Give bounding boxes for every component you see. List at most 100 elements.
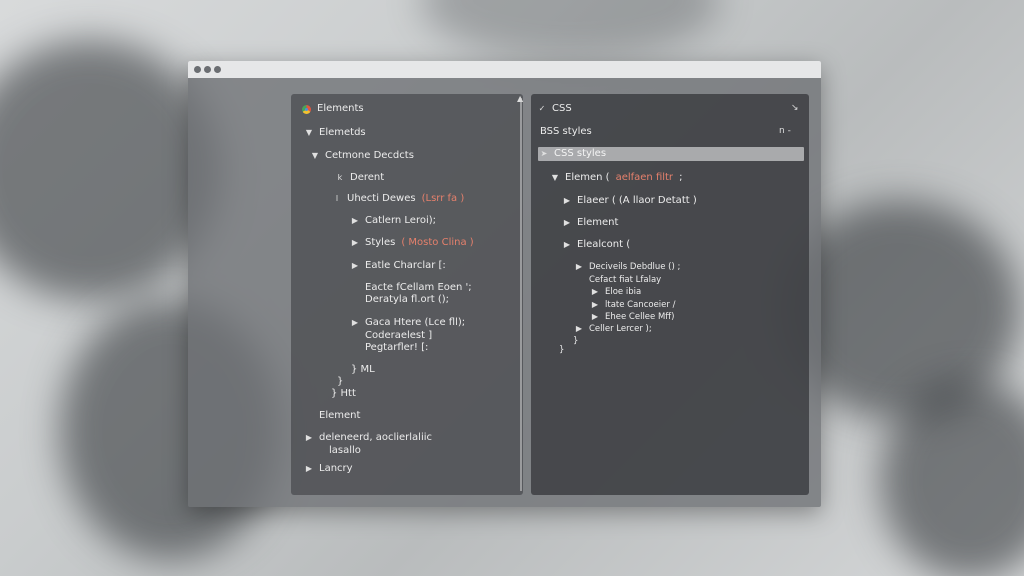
caret-right-icon[interactable]: ▶ [591, 286, 599, 298]
tree-marker-icon[interactable]: l [333, 193, 341, 205]
element-tree-row[interactable]: ▶ Gaca Htere (Lce fll); [351, 317, 465, 329]
css-rule-row-label: Celler Lercer ); [589, 324, 652, 334]
css-rule-row-label: } [559, 345, 565, 355]
css-rule-row[interactable]: ▶ Ehee Cellee Mff) [591, 311, 675, 323]
selected-row[interactable]: ➤ CSS styles [538, 147, 804, 161]
window-dot-icon[interactable] [214, 66, 221, 73]
css-rule-row-label: Ehee Cellee Mff) [605, 312, 675, 322]
caret-right-icon[interactable]: ▶ [305, 463, 313, 475]
panel-options-icon[interactable]: n - [779, 126, 791, 136]
element-tree-row-value: ( Mosto Clina ) [401, 237, 474, 248]
element-tree-row[interactable]: } Htt [331, 388, 356, 400]
background-shadow [420, 0, 720, 60]
css-rule-row[interactable]: ▶ Elealcont ( [563, 239, 630, 251]
element-tree-row[interactable]: l Uhecti Dewes (Lsrr fa ) [333, 193, 464, 205]
element-tree-row[interactable]: ▶ Lancry [305, 463, 353, 475]
css-rule-row[interactable]: ▼ Elemen (aelfaen filtr; [551, 172, 683, 184]
css-rule-row-label: Elealcont ( [577, 239, 631, 250]
css-rule-row-label: } [573, 336, 579, 346]
css-rule-row[interactable]: ▶ Celler Lercer ); [575, 323, 652, 335]
css-rule-row[interactable]: } [559, 344, 564, 356]
caret-right-icon[interactable]: ▶ [305, 432, 313, 444]
css-panel-header[interactable]: ✓ CSS [538, 103, 572, 115]
window-dot-icon[interactable] [194, 66, 201, 73]
caret-right-icon[interactable]: ▶ [575, 323, 583, 335]
css-rule-row[interactable]: ▶ Element [563, 217, 618, 229]
window-dot-icon[interactable] [204, 66, 211, 73]
caret-right-icon[interactable]: ▶ [563, 239, 571, 251]
element-tree-row-label: deleneerd, aoclierlaliic [319, 432, 433, 443]
caret-down-icon[interactable]: ▼ [311, 150, 319, 162]
element-tree-row[interactable]: k Derent [336, 172, 384, 184]
devtools-window: Elements ▼ Elemetds ▼ Cetmone Decdcts k Deren… [188, 61, 821, 507]
element-tree-row-label: Eacte fCellam Eoen '; [365, 282, 472, 293]
element-tree-row[interactable]: Pegtarfler! [: [365, 342, 428, 354]
css-rule-row[interactable]: ▶ ltate Cancoeier / [591, 299, 676, 311]
css-panel-title: CSS [552, 103, 572, 114]
chrome-icon [302, 104, 311, 114]
caret-down-icon[interactable]: ▼ [551, 172, 559, 184]
css-rule-row[interactable]: ▶ Deciveils Debdlue () ; [575, 261, 680, 273]
element-tree-row-label: Lancry [319, 463, 353, 474]
caret-right-icon[interactable]: ▶ [591, 311, 599, 323]
caret-right-icon[interactable]: ▶ [575, 261, 583, 273]
caret-right-icon[interactable]: ▶ [591, 299, 599, 311]
background-shadow [0, 40, 220, 300]
element-tree-row-label: Catlern Leroi); [365, 215, 437, 226]
css-rule-row-label: Elemen ( [565, 172, 610, 183]
css-rule-row-label: Eloe ibia [605, 287, 642, 297]
caret-right-icon[interactable]: ▶ [351, 260, 359, 272]
css-subheader: BSS styles [540, 126, 592, 138]
element-tree-row[interactable]: ▶ Catlern Leroi); [351, 215, 436, 227]
css-rule-row-tail: ; [679, 172, 683, 183]
element-tree-row[interactable]: ▶ Styles ( Mosto Clina ) [351, 237, 474, 249]
scrollbar[interactable] [520, 98, 522, 491]
check-icon: ✓ [538, 104, 546, 113]
window-titlebar [188, 61, 821, 78]
caret-right-icon[interactable]: ▶ [351, 317, 359, 329]
element-tree-row-label: Styles [365, 237, 396, 248]
element-tree-row-label: Element [319, 410, 361, 421]
css-rule-row-label: Elaeer ( (A llaor Detatt ) [577, 195, 697, 206]
css-rule-row-label: Cefact fiat Lfalay [589, 275, 662, 285]
element-tree-row-label: Deratyla fl.ort (); [365, 294, 449, 305]
element-tree-row[interactable]: Eacte fCellam Eoen '; [365, 282, 472, 294]
element-tree-row[interactable]: Element [319, 410, 360, 422]
css-rule-row[interactable]: ▶ Eloe ibia [591, 286, 641, 298]
css-rule-row-label: ltate Cancoeier / [605, 300, 676, 310]
caret-down-icon[interactable]: ▼ [305, 127, 313, 139]
element-tree-row-label: Derent [350, 172, 385, 183]
caret-right-icon[interactable]: ▶ [563, 195, 571, 207]
element-tree-row[interactable]: Coderaelest ] [365, 330, 432, 342]
tree-marker-icon[interactable]: k [336, 172, 344, 184]
css-panel: ✓ CSS ↘ BSS styles n - ➤ CSS styles ▼ Ele… [531, 94, 809, 495]
element-tree-row[interactable]: ▼ Elemetds [305, 127, 366, 139]
caret-right-icon[interactable]: ▶ [351, 237, 359, 249]
background-shadow [880, 380, 1024, 576]
css-rule-row[interactable]: } [573, 335, 578, 347]
element-tree-row[interactable]: ▼ Cetmone Decdcts [311, 150, 414, 162]
elements-panel-title: Elements [317, 103, 364, 114]
elements-panel: Elements ▼ Elemetds ▼ Cetmone Decdcts k Deren… [291, 94, 523, 495]
element-tree-row-label: Eatle Charclar [: [365, 260, 446, 271]
element-tree-row-label: Coderaelest ] [365, 330, 433, 341]
element-tree-row-label: Cetmone Decdcts [325, 150, 414, 161]
elements-panel-header[interactable]: Elements [302, 103, 364, 115]
element-tree-row[interactable]: } ML [351, 364, 375, 376]
element-tree-row[interactable]: } [337, 376, 343, 388]
element-tree-row[interactable]: lasallo [329, 445, 361, 457]
element-tree-row[interactable]: ▶ deleneerd, aoclierlaliic [305, 432, 432, 444]
css-rule-row[interactable]: Cefact fiat Lfalay [589, 274, 661, 286]
element-tree-row[interactable]: Deratyla fl.ort (); [365, 294, 449, 306]
element-tree-row[interactable]: ▶ Eatle Charclar [: [351, 260, 446, 272]
mouse-pointer-icon: ➤ [540, 149, 548, 158]
css-rule-row[interactable]: ▶ Elaeer ( (A llaor Detatt ) [563, 195, 697, 207]
element-tree-row-value: (Lsrr fa ) [421, 193, 465, 204]
element-tree-row-label: Pegtarfler! [: [365, 342, 429, 353]
element-tree-row-label: Elemetds [319, 127, 366, 138]
caret-right-icon[interactable]: ▶ [563, 217, 571, 229]
resize-icon[interactable]: ↘ [791, 103, 799, 113]
element-tree-row-label: Gaca Htere (Lce fll); [365, 317, 466, 328]
css-rule-row-label: Element [577, 217, 619, 228]
caret-right-icon[interactable]: ▶ [351, 215, 359, 227]
